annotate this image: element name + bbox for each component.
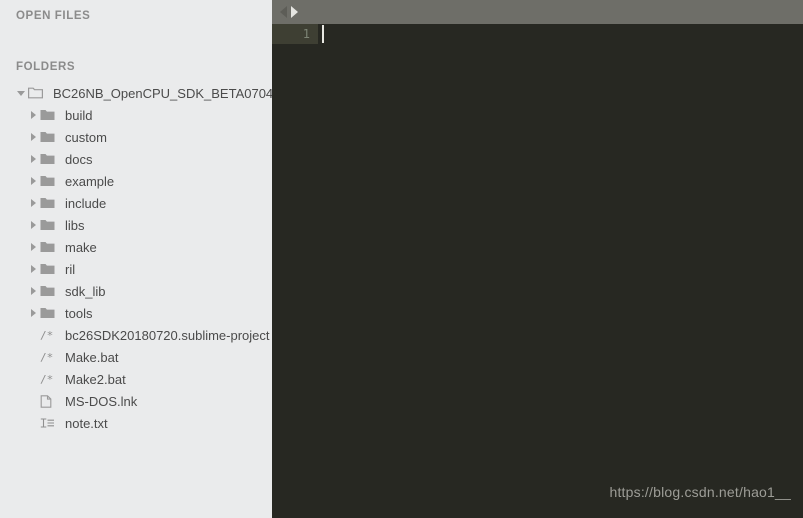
arrow-right-icon[interactable] (291, 6, 298, 18)
folder-icon (40, 241, 60, 253)
chevron-right-icon[interactable] (26, 221, 40, 229)
source-file-icon: /* (40, 373, 60, 385)
chevron-right-icon[interactable] (26, 287, 40, 295)
tab-bar (272, 0, 803, 24)
folder-icon (40, 307, 60, 319)
tree-folder-item[interactable]: docs (0, 148, 272, 170)
tree-file-label: note.txt (65, 415, 108, 431)
line-number-gutter: 1 (272, 24, 318, 44)
tree-folder-item[interactable]: ril (0, 258, 272, 280)
svg-text:/*: /* (40, 373, 53, 385)
svg-text:/*: /* (40, 329, 53, 341)
tree-file-item[interactable]: MS-DOS.lnk (0, 390, 272, 412)
tree-file-label: Make.bat (65, 349, 119, 365)
folder-icon (40, 153, 60, 165)
tree-folder-item[interactable]: sdk_lib (0, 280, 272, 302)
tree-folder-label: libs (65, 217, 85, 233)
tree-root-label: BC26NB_OpenCPU_SDK_BETA0704 (53, 85, 272, 101)
folder-tree: BC26NB_OpenCPU_SDK_BETA0704 build custom (0, 82, 272, 434)
arrow-left-icon[interactable] (280, 6, 287, 18)
folder-icon (40, 109, 60, 121)
tree-file-item[interactable]: note.txt (0, 412, 272, 434)
tree-folder-label: include (65, 195, 107, 211)
svg-text:/*: /* (40, 351, 53, 363)
text-file-icon (40, 417, 60, 429)
tree-folder-label: docs (65, 151, 93, 167)
tree-file-label: Make2.bat (65, 371, 126, 387)
folder-icon (40, 175, 60, 187)
tree-folder-label: tools (65, 305, 93, 321)
folder-icon (40, 197, 60, 209)
tree-file-item[interactable]: /* Make2.bat (0, 368, 272, 390)
folder-icon (40, 285, 60, 297)
tree-folder-label: sdk_lib (65, 283, 106, 299)
folder-icon (40, 131, 60, 143)
tree-file-item[interactable]: /* bc26SDK20180720.sublime-project (0, 324, 272, 346)
watermark-text: https://blog.csdn.net/hao1__ (609, 484, 791, 500)
tree-file-item[interactable]: /* Make.bat (0, 346, 272, 368)
folders-header: FOLDERS (16, 61, 76, 73)
code-lines[interactable] (318, 24, 803, 518)
tree-folder-label: build (65, 107, 93, 123)
tree-root-item[interactable]: BC26NB_OpenCPU_SDK_BETA0704 (0, 82, 272, 104)
page-file-icon (40, 394, 60, 408)
editor-pane: 1 https://blog.csdn.net/hao1__ (272, 0, 803, 518)
chevron-right-icon[interactable] (26, 309, 40, 317)
folder-icon (40, 263, 60, 275)
tree-folder-item[interactable]: include (0, 192, 272, 214)
tab-scroll-arrows (278, 6, 298, 18)
source-file-icon: /* (40, 351, 60, 363)
tree-file-label: bc26SDK20180720.sublime-project (65, 327, 270, 343)
tree-folder-label: example (65, 173, 115, 189)
tree-folder-label: ril (65, 261, 76, 277)
tree-folder-label: custom (65, 129, 107, 145)
tree-folder-item[interactable]: make (0, 236, 272, 258)
chevron-right-icon[interactable] (26, 177, 40, 185)
folder-open-icon (28, 87, 48, 99)
text-cursor (322, 25, 324, 43)
tree-folder-label: make (65, 239, 97, 255)
sublime-text-window: OPEN FILES FOLDERS BC26NB_OpenCPU_SDK_BE… (0, 0, 803, 518)
tree-folder-item[interactable]: libs (0, 214, 272, 236)
chevron-right-icon[interactable] (26, 111, 40, 119)
chevron-right-icon[interactable] (26, 199, 40, 207)
tree-folder-item[interactable]: example (0, 170, 272, 192)
sidebar: OPEN FILES FOLDERS BC26NB_OpenCPU_SDK_BE… (0, 0, 272, 518)
chevron-right-icon[interactable] (26, 133, 40, 141)
code-area[interactable]: 1 (272, 24, 803, 518)
tree-folder-item[interactable]: tools (0, 302, 272, 324)
open-files-header: OPEN FILES (16, 10, 91, 22)
chevron-right-icon[interactable] (26, 155, 40, 163)
chevron-right-icon[interactable] (26, 265, 40, 273)
chevron-down-icon[interactable] (14, 90, 28, 96)
tree-folder-item[interactable]: custom (0, 126, 272, 148)
tree-folder-item[interactable]: build (0, 104, 272, 126)
source-file-icon: /* (40, 329, 60, 341)
chevron-right-icon[interactable] (26, 243, 40, 251)
folder-icon (40, 219, 60, 231)
tree-file-label: MS-DOS.lnk (65, 393, 138, 409)
